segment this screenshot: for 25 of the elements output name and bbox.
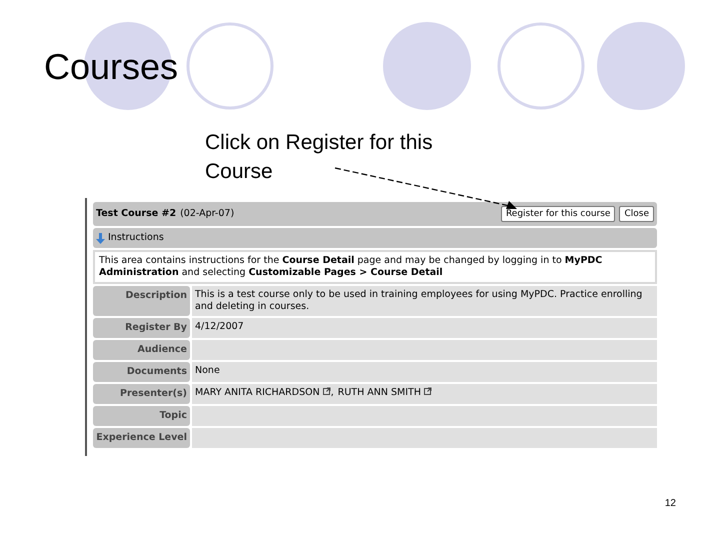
- external-link-icon: [424, 387, 432, 395]
- detail-label-cell: Register By: [93, 318, 190, 338]
- presenter-link[interactable]: RUTH ANN SMITH: [338, 387, 421, 398]
- register-button[interactable]: Register for this course: [500, 206, 616, 222]
- detail-label-cell: Topic: [93, 406, 190, 426]
- detail-value-cell: None: [192, 362, 657, 382]
- close-button[interactable]: Close: [619, 206, 654, 222]
- course-date: (02-Apr-07): [180, 206, 234, 221]
- presenter-link[interactable]: MARY ANITA RICHARDSON: [195, 387, 320, 398]
- detail-label-cell: Audience: [93, 340, 190, 360]
- separator-comma: ,: [330, 387, 334, 398]
- detail-value-cell: 4/12/2007: [192, 318, 657, 338]
- instructions-text: This area contains instructions for the Course Detail page and may be changed by logging in to MyPDC Administration and selecting Customizable Pages > Course Detail: [99, 255, 604, 279]
- callout-text: Click on Register for this Course: [205, 130, 434, 185]
- detail-label-cell: Experience Level: [93, 428, 190, 448]
- detail-label-cell: Description: [93, 286, 190, 316]
- external-link-icon: [322, 387, 331, 395]
- detail-value-cell: This is a test course only to be used in training employees for using MyPDC. Practice enrolling and deleting in courses.: [192, 286, 657, 316]
- arrow-icon: [96, 232, 105, 244]
- detail-label-cell: Presenter(s): [93, 384, 190, 404]
- slide-title: Courses: [44, 46, 180, 88]
- course-title: Test Course #2: [96, 206, 176, 221]
- instructions-toggle[interactable]: Instructions: [93, 228, 657, 248]
- page-number: 12: [664, 497, 676, 511]
- detail-label-cell: Documents: [93, 362, 190, 382]
